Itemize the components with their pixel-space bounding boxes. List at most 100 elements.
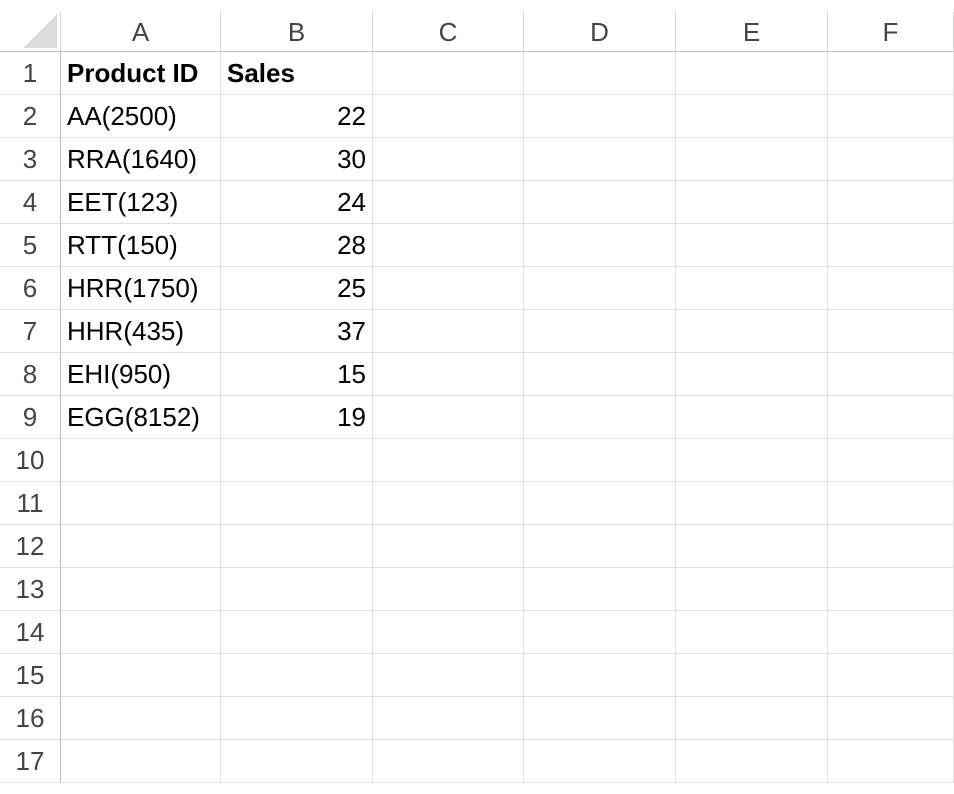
cell-e5[interactable] — [676, 224, 828, 267]
row-header-9[interactable]: 9 — [0, 396, 61, 439]
cell-c16[interactable] — [373, 697, 524, 740]
cell-a5[interactable]: RTT(150) — [61, 224, 221, 267]
cell-d6[interactable] — [524, 267, 676, 310]
row-header-7[interactable]: 7 — [0, 310, 61, 353]
row-header-16[interactable]: 16 — [0, 697, 61, 740]
cell-d5[interactable] — [524, 224, 676, 267]
cell-f15[interactable] — [828, 654, 954, 697]
row-header-12[interactable]: 12 — [0, 525, 61, 568]
row-header-13[interactable]: 13 — [0, 568, 61, 611]
cell-f8[interactable] — [828, 353, 954, 396]
cell-c12[interactable] — [373, 525, 524, 568]
cell-a4[interactable]: EET(123) — [61, 181, 221, 224]
cell-f3[interactable] — [828, 138, 954, 181]
cell-d4[interactable] — [524, 181, 676, 224]
cell-a11[interactable] — [61, 482, 221, 525]
cell-d10[interactable] — [524, 439, 676, 482]
cell-b6[interactable]: 25 — [221, 267, 373, 310]
row-header-2[interactable]: 2 — [0, 95, 61, 138]
cell-d1[interactable] — [524, 52, 676, 95]
cell-c7[interactable] — [373, 310, 524, 353]
cell-b2[interactable]: 22 — [221, 95, 373, 138]
cell-b4[interactable]: 24 — [221, 181, 373, 224]
cell-e9[interactable] — [676, 396, 828, 439]
cell-b5[interactable]: 28 — [221, 224, 373, 267]
cell-a1[interactable]: Product ID — [61, 52, 221, 95]
cell-f10[interactable] — [828, 439, 954, 482]
cell-d16[interactable] — [524, 697, 676, 740]
cell-e7[interactable] — [676, 310, 828, 353]
cell-e8[interactable] — [676, 353, 828, 396]
cell-e11[interactable] — [676, 482, 828, 525]
cell-c17[interactable] — [373, 740, 524, 783]
row-header-8[interactable]: 8 — [0, 353, 61, 396]
cell-b17[interactable] — [221, 740, 373, 783]
cell-d12[interactable] — [524, 525, 676, 568]
cell-a6[interactable]: HRR(1750) — [61, 267, 221, 310]
cell-e17[interactable] — [676, 740, 828, 783]
column-header-e[interactable]: E — [676, 12, 828, 52]
cell-a15[interactable] — [61, 654, 221, 697]
select-all-button[interactable] — [0, 12, 61, 52]
row-header-17[interactable]: 17 — [0, 740, 61, 783]
cell-c1[interactable] — [373, 52, 524, 95]
cell-c4[interactable] — [373, 181, 524, 224]
cell-a12[interactable] — [61, 525, 221, 568]
cell-e4[interactable] — [676, 181, 828, 224]
column-header-a[interactable]: A — [61, 12, 221, 52]
row-header-5[interactable]: 5 — [0, 224, 61, 267]
cell-f9[interactable] — [828, 396, 954, 439]
cell-b8[interactable]: 15 — [221, 353, 373, 396]
cell-b7[interactable]: 37 — [221, 310, 373, 353]
row-header-1[interactable]: 1 — [0, 52, 61, 95]
row-header-14[interactable]: 14 — [0, 611, 61, 654]
cell-c2[interactable] — [373, 95, 524, 138]
cell-c8[interactable] — [373, 353, 524, 396]
cell-a3[interactable]: RRA(1640) — [61, 138, 221, 181]
cell-a9[interactable]: EGG(8152) — [61, 396, 221, 439]
cell-a2[interactable]: AA(2500) — [61, 95, 221, 138]
row-header-4[interactable]: 4 — [0, 181, 61, 224]
cell-e15[interactable] — [676, 654, 828, 697]
cell-e6[interactable] — [676, 267, 828, 310]
cell-f2[interactable] — [828, 95, 954, 138]
cell-a17[interactable] — [61, 740, 221, 783]
cell-d14[interactable] — [524, 611, 676, 654]
cell-d13[interactable] — [524, 568, 676, 611]
cell-f11[interactable] — [828, 482, 954, 525]
cell-c3[interactable] — [373, 138, 524, 181]
row-header-6[interactable]: 6 — [0, 267, 61, 310]
cell-b3[interactable]: 30 — [221, 138, 373, 181]
cell-f7[interactable] — [828, 310, 954, 353]
column-header-d[interactable]: D — [524, 12, 676, 52]
cell-e14[interactable] — [676, 611, 828, 654]
cell-d2[interactable] — [524, 95, 676, 138]
cell-b14[interactable] — [221, 611, 373, 654]
cell-f12[interactable] — [828, 525, 954, 568]
cell-a16[interactable] — [61, 697, 221, 740]
cell-e2[interactable] — [676, 95, 828, 138]
cell-c11[interactable] — [373, 482, 524, 525]
column-header-f[interactable]: F — [828, 12, 954, 52]
cell-d7[interactable] — [524, 310, 676, 353]
cell-e10[interactable] — [676, 439, 828, 482]
cell-e3[interactable] — [676, 138, 828, 181]
cell-c15[interactable] — [373, 654, 524, 697]
cell-f6[interactable] — [828, 267, 954, 310]
cell-c6[interactable] — [373, 267, 524, 310]
cell-f1[interactable] — [828, 52, 954, 95]
cell-c10[interactable] — [373, 439, 524, 482]
cell-c13[interactable] — [373, 568, 524, 611]
cell-f17[interactable] — [828, 740, 954, 783]
cell-c5[interactable] — [373, 224, 524, 267]
row-header-11[interactable]: 11 — [0, 482, 61, 525]
cell-d9[interactable] — [524, 396, 676, 439]
cell-b11[interactable] — [221, 482, 373, 525]
row-header-10[interactable]: 10 — [0, 439, 61, 482]
cell-b13[interactable] — [221, 568, 373, 611]
cell-b16[interactable] — [221, 697, 373, 740]
column-header-b[interactable]: B — [221, 12, 373, 52]
cell-d17[interactable] — [524, 740, 676, 783]
cell-c14[interactable] — [373, 611, 524, 654]
cell-a7[interactable]: HHR(435) — [61, 310, 221, 353]
